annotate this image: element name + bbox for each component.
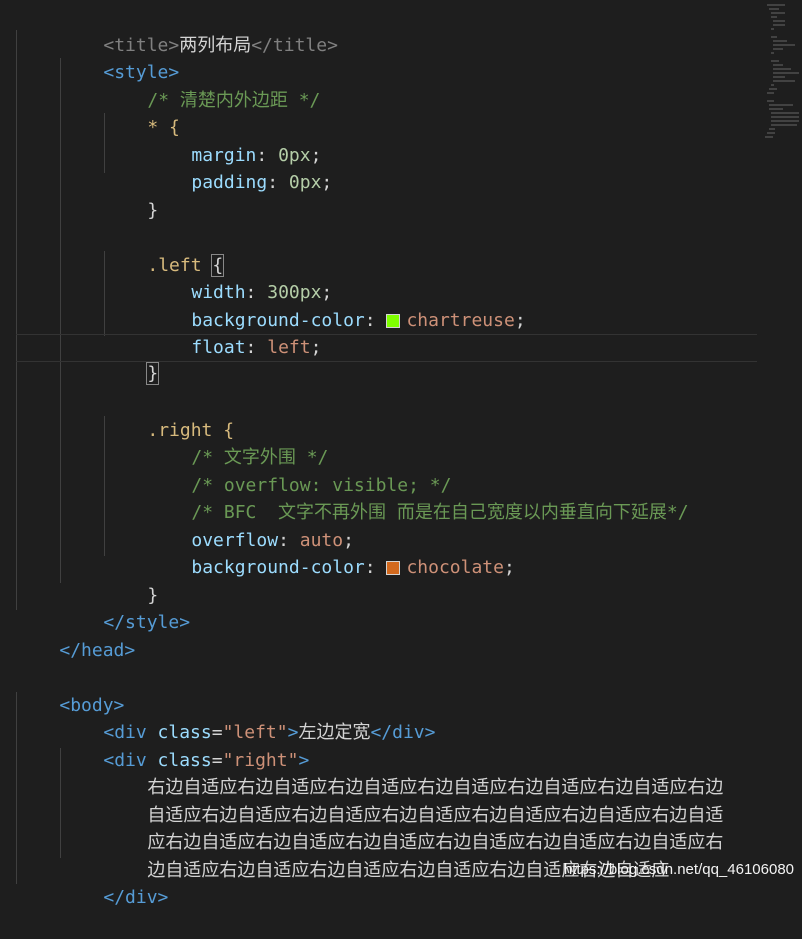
minimap[interactable] bbox=[757, 0, 802, 884]
code-line[interactable]: /* BFC 文字不再外围 而是在自己宽度以内垂直向下延展*/ bbox=[16, 472, 757, 523]
code-line[interactable]: * { bbox=[16, 87, 757, 138]
head-close-tag: </head> bbox=[59, 639, 136, 661]
code-line[interactable]: overflow: auto; bbox=[16, 499, 757, 551]
watermark-text: https://blog.csdn.net/qq_46106080 bbox=[563, 861, 794, 878]
code-line[interactable]: </style> bbox=[16, 582, 757, 633]
code-line[interactable]: background-color: chartreuse; bbox=[16, 279, 757, 331]
code-editor[interactable]: <title>两列布局</title> <style> /* 清楚内外边距 */… bbox=[0, 0, 802, 908]
code-line[interactable]: <div class="left">左边定宽</div> bbox=[16, 692, 757, 743]
code-line[interactable]: 右边自适应右边自适应右边自适应右边自适应右边自适应右边自适应右边 bbox=[16, 747, 757, 798]
code-line[interactable]: <body> bbox=[16, 664, 757, 716]
code-line[interactable]: 应右边自适应右边自适应右边自适应右边自适应右边自适应右边自适应右 bbox=[16, 802, 757, 853]
code-line[interactable]: <style> bbox=[16, 32, 757, 83]
code-line-current[interactable]: } bbox=[16, 334, 757, 385]
code-line[interactable]: 自适应右边自适应右边自适应右边自适应右边自适应右边自适应右边自适 bbox=[16, 774, 757, 826]
code-line[interactable]: } bbox=[16, 554, 757, 606]
code-line[interactable]: } bbox=[16, 169, 757, 221]
closing-brace: } bbox=[146, 361, 160, 385]
code-line[interactable]: padding: 0px; bbox=[16, 142, 757, 193]
div-close-tag: </div> bbox=[103, 887, 169, 908]
code-line[interactable]: <title>两列布局</title> bbox=[16, 4, 757, 56]
code-line[interactable]: width: 300px; bbox=[16, 252, 757, 303]
closing-brace: } bbox=[147, 199, 159, 221]
code-line[interactable]: 边自适应右边自适应右边自适应右边自适应右边自适应右边自适应 bbox=[16, 829, 757, 881]
code-line[interactable]: .right { bbox=[16, 389, 757, 441]
code-line[interactable]: /* overflow: visible; */ bbox=[16, 444, 757, 496]
code-line[interactable]: <div class="right"> bbox=[16, 719, 757, 771]
code-line[interactable]: float: left; bbox=[16, 307, 757, 358]
code-line[interactable]: /* 文字外围 */ bbox=[16, 417, 757, 468]
code-line[interactable]: background-color: chocolate; bbox=[16, 527, 757, 578]
code-line[interactable]: /* 清楚内外边距 */ bbox=[16, 59, 757, 111]
code-line[interactable]: .left { bbox=[16, 224, 757, 277]
code-line[interactable]: </head> bbox=[16, 609, 757, 661]
code-line[interactable]: margin: 0px; bbox=[16, 114, 757, 166]
